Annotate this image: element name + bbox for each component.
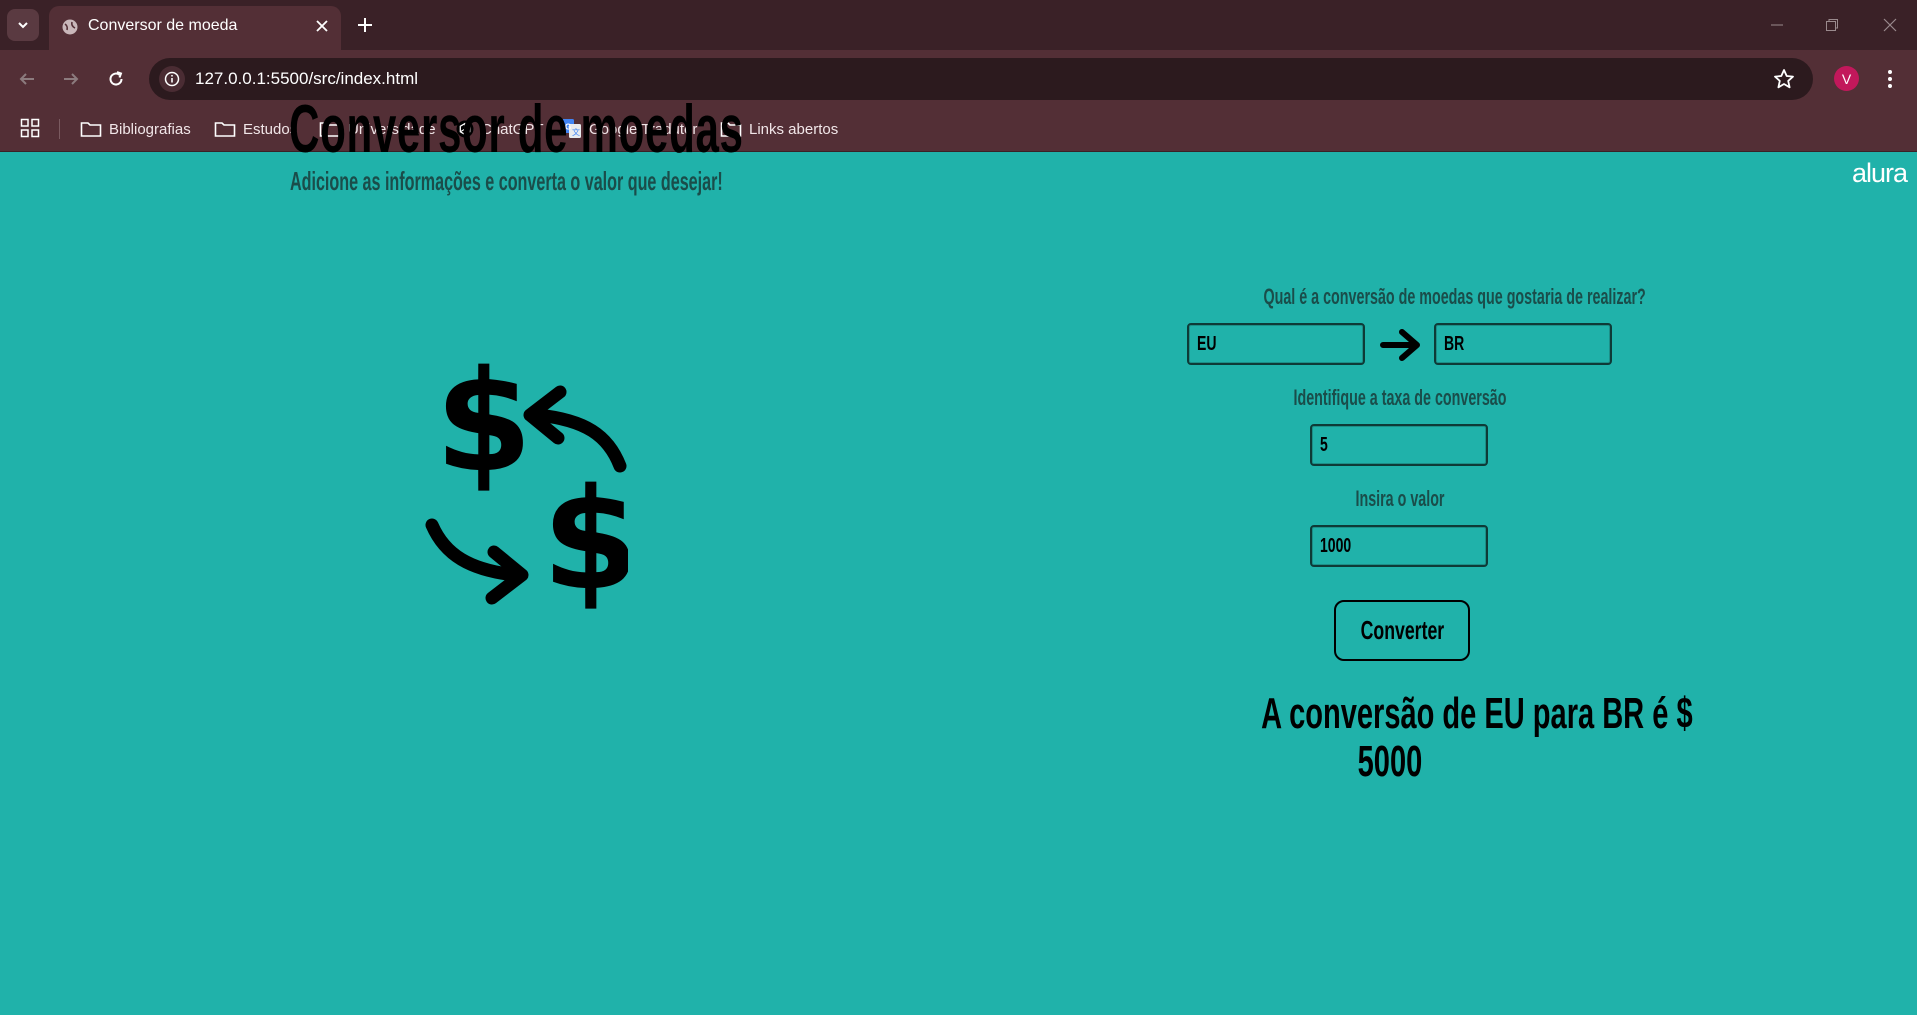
- arrow-right-icon: [1380, 329, 1420, 361]
- bookmark-estudos[interactable]: Estudos: [214, 116, 297, 142]
- to-currency-input[interactable]: BR: [1434, 323, 1612, 365]
- back-button[interactable]: [12, 64, 42, 94]
- tab-search-button[interactable]: [7, 9, 39, 41]
- bookmarks-separator: [59, 119, 60, 139]
- folder-icon: [214, 122, 236, 137]
- svg-text:$: $: [435, 341, 532, 504]
- new-tab-button[interactable]: [352, 12, 378, 38]
- globe-icon: [62, 19, 78, 35]
- dollar-sign-icon: $: [542, 470, 628, 610]
- bookmarks-bar: Bibliografias Estudos Universidade ChatG…: [0, 108, 1917, 152]
- to-currency-value: BR: [1444, 333, 1465, 355]
- chevron-down-icon: [18, 22, 28, 29]
- result-line-1: A conversão de EU para BR é $: [1261, 689, 1693, 738]
- rate-input[interactable]: 5: [1310, 424, 1488, 466]
- bookmark-label: Bibliografias: [109, 120, 191, 138]
- minimize-button[interactable]: [1757, 10, 1797, 40]
- browser-tab-strip: Conversor de moeda: [0, 0, 1917, 50]
- url-text[interactable]: 127.0.0.1:5500/src/index.html: [195, 69, 418, 89]
- svg-text:$: $: [542, 470, 628, 610]
- info-icon: [164, 71, 180, 87]
- bookmark-label: Links abertos: [749, 120, 839, 138]
- forward-arrow-icon: [64, 73, 79, 85]
- page-viewport: alura: [0, 152, 1917, 1015]
- apps-grid-icon[interactable]: [20, 118, 40, 138]
- profile-avatar[interactable]: V: [1834, 66, 1859, 91]
- plus-icon: [358, 18, 372, 32]
- close-icon: [1883, 18, 1897, 32]
- more-vertical-icon: [1888, 70, 1892, 88]
- reload-button[interactable]: [101, 64, 131, 94]
- page-subtitle: Adicione as informações e converta o val…: [290, 166, 723, 196]
- browser-menu-button[interactable]: [1880, 64, 1900, 94]
- close-window-button[interactable]: [1870, 10, 1910, 40]
- result-line-2: 5000: [1357, 737, 1423, 786]
- amount-value: 1000: [1320, 535, 1352, 557]
- reload-icon: [109, 71, 123, 86]
- amount-input[interactable]: 1000: [1310, 525, 1488, 567]
- site-info-button[interactable]: [159, 66, 185, 92]
- folder-icon: [80, 122, 102, 137]
- close-tab-icon[interactable]: [315, 19, 329, 33]
- bookmark-star-icon[interactable]: [1773, 68, 1795, 90]
- convert-button-label: Converter: [1360, 615, 1444, 645]
- forward-button[interactable]: [56, 64, 86, 94]
- rate-label: Identifique a taxa de conversão: [1293, 385, 1507, 410]
- amount-label: Insira o valor: [1355, 486, 1445, 511]
- alura-logo: alura: [1851, 158, 1908, 188]
- conversion-question-label: Qual é a conversão de moedas que gostari…: [1263, 284, 1646, 309]
- from-currency-input[interactable]: EU: [1187, 323, 1365, 365]
- minimize-icon: [1771, 24, 1783, 26]
- rate-value: 5: [1320, 434, 1328, 456]
- tab-title: Conversor de moeda: [88, 17, 238, 34]
- conversion-result: A conversão de EU para BR é $ 5000: [1150, 690, 1692, 786]
- restore-icon: [1826, 19, 1838, 31]
- restore-button[interactable]: [1812, 10, 1852, 40]
- page-title: Conversor de moedas: [289, 91, 744, 167]
- browser-toolbar: 127.0.0.1:5500/src/index.html V: [0, 50, 1917, 108]
- active-tab[interactable]: Conversor de moeda: [49, 6, 341, 50]
- convert-button[interactable]: Converter: [1334, 600, 1470, 661]
- from-currency-value: EU: [1197, 333, 1217, 355]
- bookmark-bibliografias[interactable]: Bibliografias: [80, 116, 191, 142]
- back-arrow-icon: [19, 73, 34, 85]
